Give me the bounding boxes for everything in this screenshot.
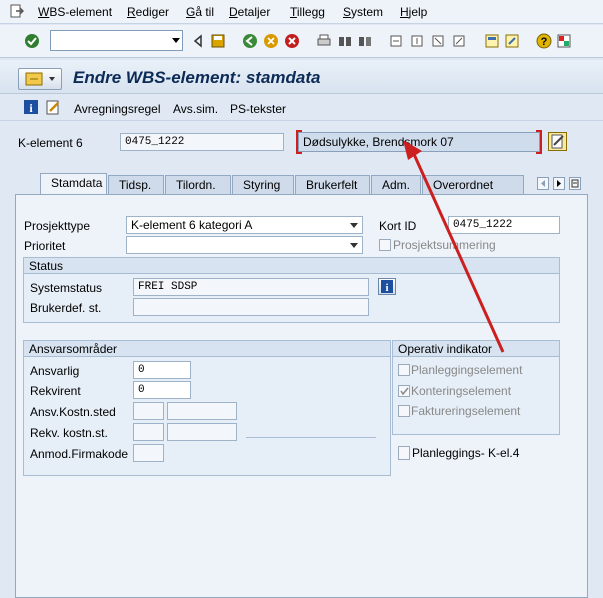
annotation-arrow-icon (403, 140, 505, 353)
